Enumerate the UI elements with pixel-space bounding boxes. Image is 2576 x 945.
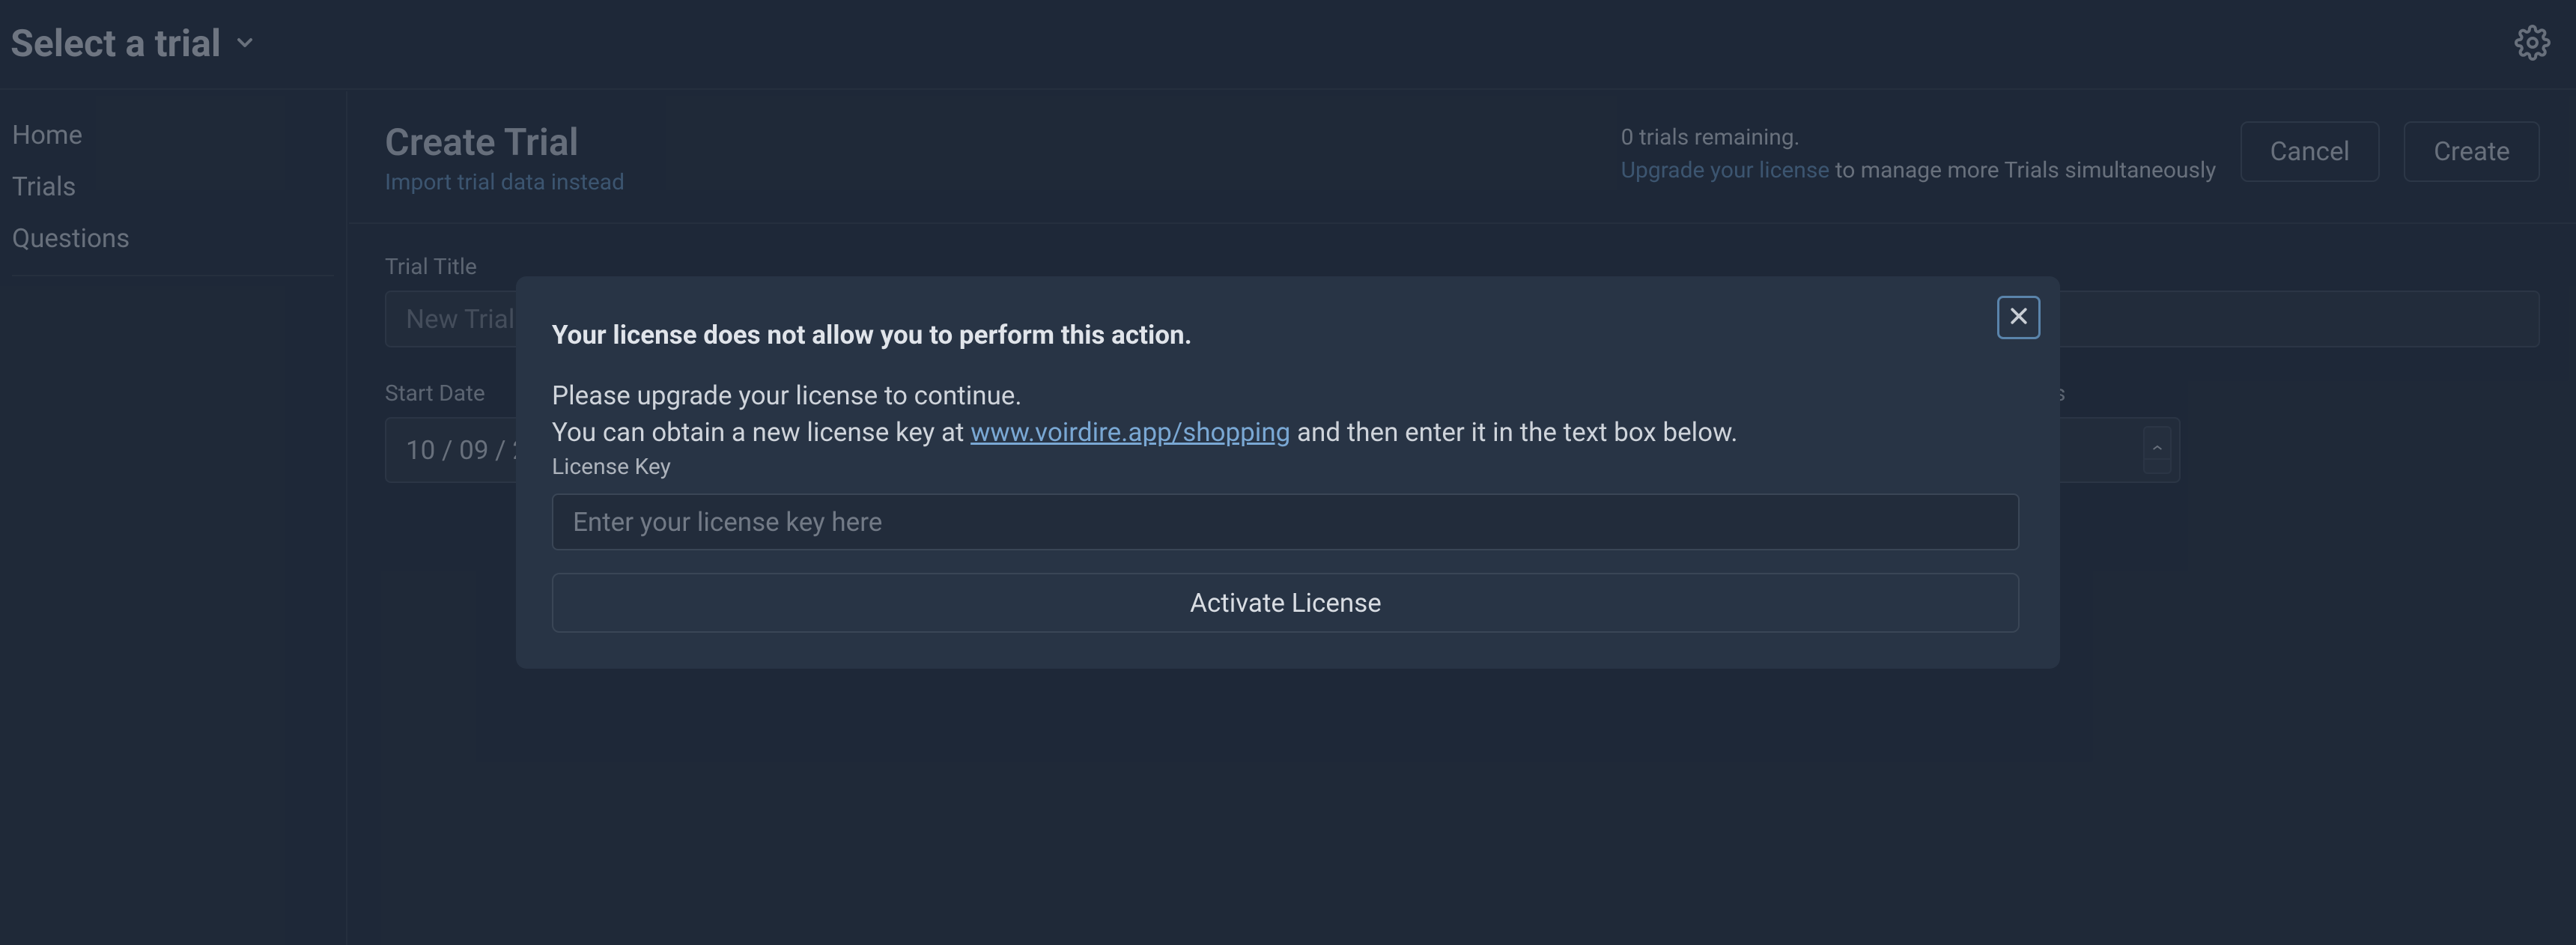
modal-line2-suffix: and then enter it in the text box below. (1290, 417, 1737, 448)
modal-line2-prefix: You can obtain a new license key at (552, 417, 970, 448)
shopping-link[interactable]: www.voirdire.app/shopping (970, 417, 1290, 448)
modal-title: Your license does not allow you to perfo… (552, 320, 2024, 350)
app-root: Select a trial Home Trials Questions (0, 0, 2576, 945)
activate-license-button[interactable]: Activate License (552, 573, 2020, 633)
close-icon (2008, 305, 2030, 330)
modal-close-button[interactable] (1997, 296, 2041, 339)
license-key-label: License Key (552, 454, 2024, 480)
modal-overlay[interactable]: Your license does not allow you to perfo… (0, 0, 2576, 945)
license-modal: Your license does not allow you to perfo… (516, 276, 2060, 669)
modal-body-text: Please upgrade your license to continue.… (552, 377, 2024, 451)
modal-line1: Please upgrade your license to continue. (552, 377, 2024, 414)
modal-line2: You can obtain a new license key at www.… (552, 414, 2024, 451)
license-key-input[interactable] (552, 493, 2020, 550)
